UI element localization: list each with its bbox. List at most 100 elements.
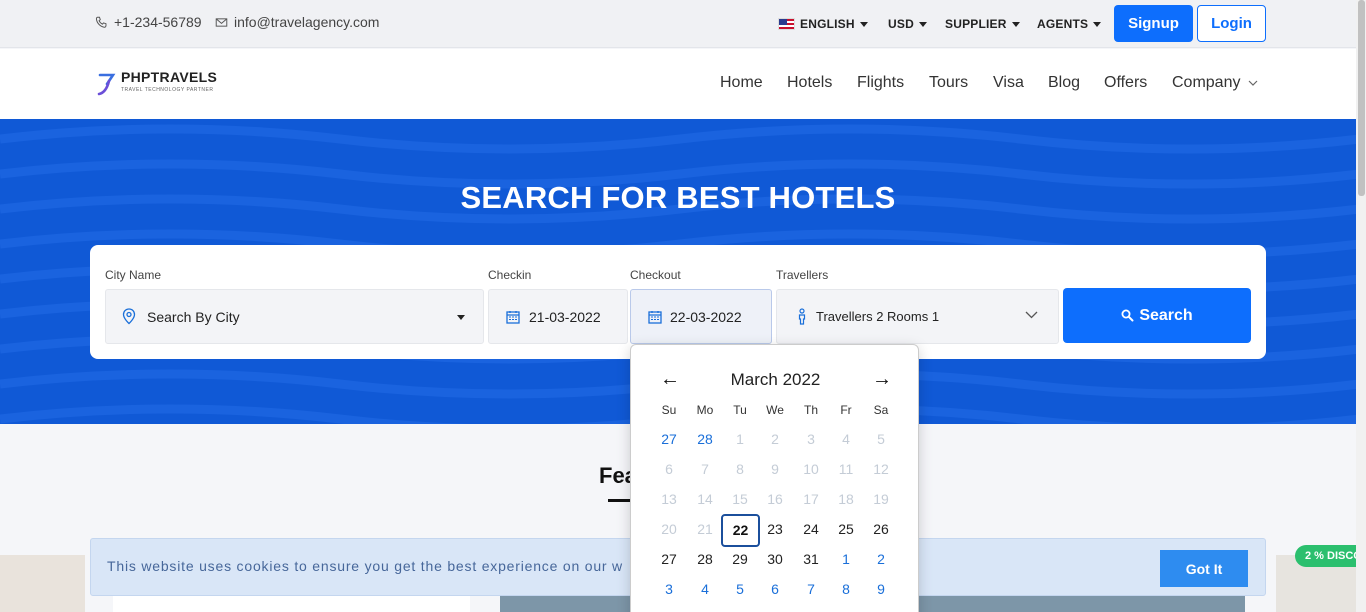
top-bar: +1-234-56789 info@travelagency.com ENGLI… bbox=[0, 0, 1356, 48]
checkout-date-input[interactable]: 22-03-2022 bbox=[630, 289, 772, 344]
nav-link-hotels[interactable]: Hotels bbox=[787, 74, 832, 92]
nav-link-flights[interactable]: Flights bbox=[857, 74, 904, 92]
discount-badge: 2 % DISCO bbox=[1295, 545, 1365, 567]
language-label: ENGLISH bbox=[800, 17, 855, 31]
calendar-day[interactable]: 8 bbox=[827, 574, 865, 604]
nav-link-tours[interactable]: Tours bbox=[929, 74, 968, 92]
calendar-day: 17 bbox=[803, 491, 819, 507]
calendar-day[interactable]: 4 bbox=[686, 574, 724, 604]
chevron-down-icon bbox=[1025, 311, 1038, 319]
chevron-down-icon bbox=[1093, 21, 1102, 27]
travellers-value: Travellers 2 Rooms 1 bbox=[816, 309, 940, 324]
calendar-day[interactable]: 7 bbox=[792, 574, 830, 604]
signup-button[interactable]: Signup bbox=[1114, 5, 1193, 42]
calendar-day[interactable]: 27 bbox=[650, 424, 688, 454]
calendar-day[interactable]: 28 bbox=[686, 544, 724, 574]
phone-number: +1-234-56789 bbox=[114, 14, 202, 30]
search-button-label: Search bbox=[1139, 306, 1193, 324]
hotel-card[interactable] bbox=[113, 596, 470, 612]
travellers-label: Travellers bbox=[776, 268, 829, 282]
checkout-value: 22-03-2022 bbox=[670, 308, 742, 325]
calendar-day[interactable]: 3 bbox=[650, 574, 688, 604]
checkin-label: Checkin bbox=[488, 268, 532, 282]
supplier-dropdown[interactable]: SUPPLIER bbox=[945, 17, 1020, 31]
city-label: City Name bbox=[105, 268, 162, 282]
company-label: Company bbox=[1172, 74, 1241, 91]
phone-contact[interactable]: +1-234-56789 bbox=[95, 14, 202, 30]
email-address: info@travelagency.com bbox=[234, 14, 380, 30]
calendar-day: 5 bbox=[877, 431, 885, 447]
calendar-day[interactable]: 6 bbox=[756, 574, 794, 604]
calendar-day: 18 bbox=[838, 491, 854, 507]
hero-title: SEARCH FOR BEST HOTELS bbox=[460, 180, 896, 215]
nav-link-home[interactable]: Home bbox=[720, 74, 763, 92]
weekday-label: Su bbox=[661, 403, 677, 417]
calendar-day[interactable]: 9 bbox=[862, 574, 900, 604]
calendar-day: 9 bbox=[771, 461, 779, 477]
hotel-search-form: City Name Search By City Checkin 21-03-2… bbox=[90, 245, 1266, 359]
main-navbar: PHPTRAVELS TRAVEL TECHNOLOGY PARTNER Hom… bbox=[0, 49, 1356, 119]
calendar-day[interactable]: 5 bbox=[721, 574, 759, 604]
calendar-day: 20 bbox=[661, 521, 677, 537]
calendar-day: 2 bbox=[771, 431, 779, 447]
calendar-day[interactable]: 25 bbox=[827, 514, 865, 544]
chevron-down-icon bbox=[1011, 21, 1020, 27]
calendar-icon bbox=[506, 310, 520, 324]
currency-label: USD bbox=[888, 17, 914, 31]
hotel-card-image[interactable] bbox=[0, 555, 85, 612]
language-dropdown[interactable]: ENGLISH bbox=[778, 17, 868, 31]
nav-link-blog[interactable]: Blog bbox=[1048, 74, 1080, 92]
chevron-down-icon bbox=[859, 21, 868, 27]
checkin-value: 21-03-2022 bbox=[529, 308, 601, 325]
currency-dropdown[interactable]: USD bbox=[888, 17, 927, 31]
checkin-date-input[interactable]: 21-03-2022 bbox=[488, 289, 628, 344]
nav-link-company[interactable]: Company bbox=[1172, 74, 1258, 92]
weekday-label: We bbox=[766, 403, 784, 417]
nav-link-visa[interactable]: Visa bbox=[993, 74, 1024, 92]
agents-label: AGENTS bbox=[1037, 17, 1089, 31]
calendar-day[interactable]: 2 bbox=[862, 544, 900, 574]
calendar-day[interactable]: 29 bbox=[721, 544, 759, 574]
login-button[interactable]: Login bbox=[1197, 5, 1266, 42]
calendar-day: 19 bbox=[873, 491, 889, 507]
next-month-arrow-icon[interactable]: → bbox=[872, 369, 892, 389]
calendar-day-selected[interactable]: 22 bbox=[721, 514, 760, 547]
calendar-day: 3 bbox=[807, 431, 815, 447]
mail-icon bbox=[215, 17, 228, 27]
search-button[interactable]: Search bbox=[1063, 288, 1251, 343]
person-icon bbox=[798, 308, 806, 325]
calendar-day[interactable]: 27 bbox=[650, 544, 688, 574]
calendar-day: 6 bbox=[665, 461, 673, 477]
search-icon bbox=[1121, 309, 1134, 322]
scrollbar-thumb[interactable] bbox=[1358, 0, 1365, 196]
calendar-day: 7 bbox=[701, 461, 709, 477]
chevron-down-icon bbox=[918, 21, 927, 27]
calendar-day: 12 bbox=[873, 461, 889, 477]
calendar-day: 21 bbox=[697, 521, 713, 537]
supplier-label: SUPPLIER bbox=[945, 17, 1007, 31]
email-contact[interactable]: info@travelagency.com bbox=[215, 14, 379, 30]
cookie-accept-button[interactable]: Got It bbox=[1160, 550, 1248, 587]
caret-down-icon bbox=[457, 315, 465, 320]
agents-dropdown[interactable]: AGENTS bbox=[1037, 17, 1102, 31]
calendar-day[interactable]: 1 bbox=[827, 544, 865, 574]
calendar-day[interactable]: 26 bbox=[862, 514, 900, 544]
checkout-datepicker: ← March 2022 → Su Mo Tu We Th Fr Sa 27 2… bbox=[630, 344, 919, 612]
calendar-day: 11 bbox=[838, 461, 854, 477]
weekday-label: Tu bbox=[733, 403, 747, 417]
calendar-day: 15 bbox=[732, 491, 748, 507]
checkout-label: Checkout bbox=[630, 268, 681, 282]
calendar-day[interactable]: 31 bbox=[792, 544, 830, 574]
cookie-message: This website uses cookies to ensure you … bbox=[107, 558, 623, 574]
city-select[interactable]: Search By City bbox=[105, 289, 484, 344]
city-value: Search By City bbox=[147, 308, 240, 325]
calendar-day[interactable]: 24 bbox=[792, 514, 830, 544]
location-pin-icon bbox=[122, 308, 136, 325]
nav-link-offers[interactable]: Offers bbox=[1104, 74, 1147, 92]
calendar-day[interactable]: 30 bbox=[756, 544, 794, 574]
travellers-dropdown[interactable]: Travellers 2 Rooms 1 bbox=[776, 289, 1059, 344]
calendar-day[interactable]: 28 bbox=[686, 424, 724, 454]
calendar-icon bbox=[648, 310, 662, 324]
us-flag-icon bbox=[778, 18, 795, 30]
calendar-day[interactable]: 23 bbox=[756, 514, 794, 544]
